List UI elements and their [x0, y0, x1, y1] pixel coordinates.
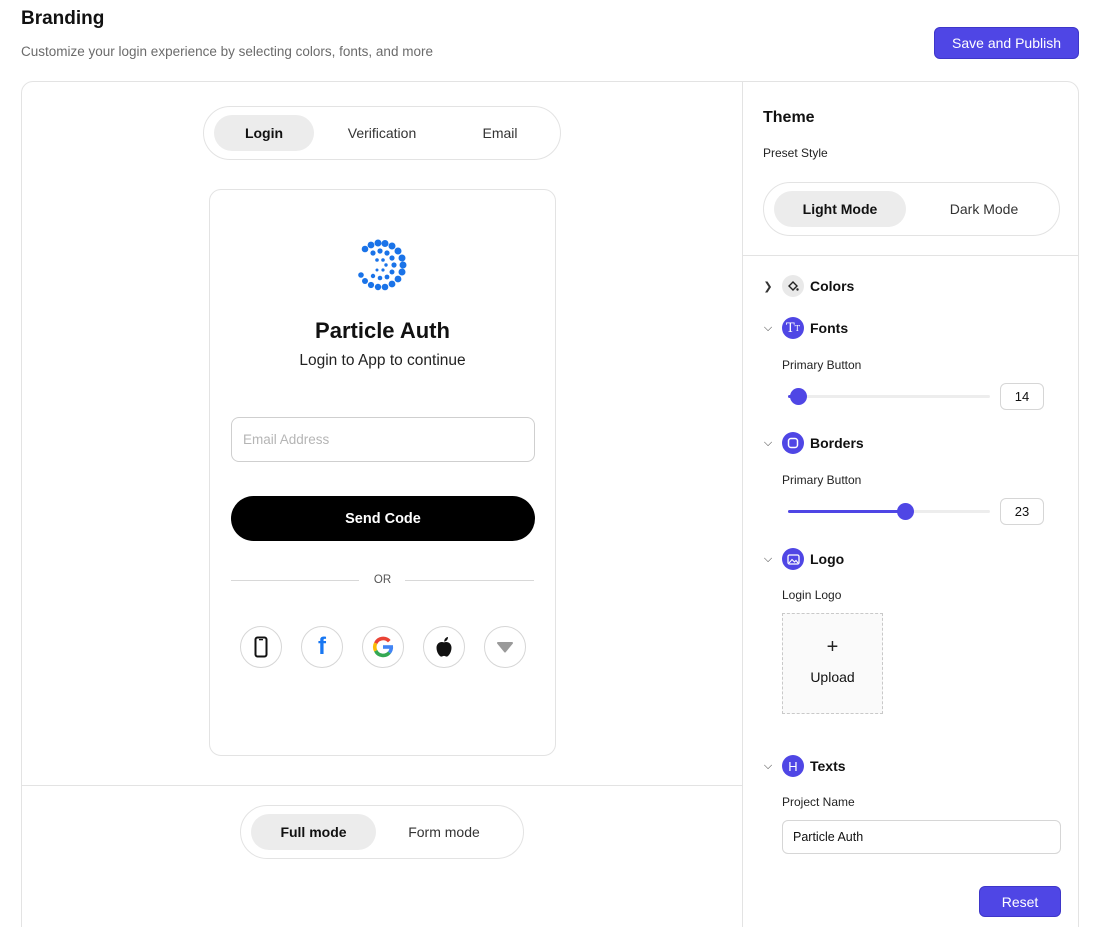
page-title: Branding — [21, 8, 105, 29]
border-radius-slider[interactable] — [788, 503, 990, 520]
phone-icon — [254, 636, 268, 658]
fonts-primary-button-label: Primary Button — [782, 358, 862, 372]
colors-section-label: Colors — [810, 278, 855, 294]
particle-spiral-logo — [358, 239, 407, 291]
facebook-icon: f — [318, 633, 326, 660]
fonts-section-label: Fonts — [810, 320, 849, 336]
upload-label: Upload — [810, 669, 855, 685]
preview-pane: Login Verification Email Particle Auth L… — [22, 82, 742, 927]
more-login-button[interactable] — [484, 626, 526, 668]
theme-settings-pane: Theme Preset Style Light Mode Dark Mode … — [742, 82, 1078, 927]
texts-section-toggle[interactable]: ⌵ H Texts — [761, 754, 846, 778]
border-radius-input[interactable] — [1000, 498, 1044, 525]
font-size-slider-thumb[interactable] — [790, 388, 807, 405]
chevron-down-icon: ⌵ — [763, 759, 773, 772]
branding-panel: Login Verification Email Particle Auth L… — [21, 81, 1079, 927]
image-icon — [782, 548, 804, 570]
send-code-button[interactable]: Send Code — [231, 496, 535, 541]
google-icon — [372, 636, 394, 658]
borders-section-label: Borders — [810, 435, 864, 451]
login-logo-label: Login Logo — [782, 588, 842, 602]
or-divider-right — [405, 580, 534, 581]
project-name-label: Project Name — [782, 795, 855, 809]
tab-verification[interactable]: Verification — [326, 115, 438, 151]
colors-section-toggle[interactable]: ❯ Colors — [761, 274, 854, 298]
email-field[interactable] — [231, 417, 535, 462]
login-card-preview: Particle Auth Login to App to continue S… — [209, 189, 556, 756]
theme-title: Theme — [763, 109, 815, 126]
apple-login-button[interactable] — [423, 626, 465, 668]
reset-button[interactable]: Reset — [979, 886, 1061, 917]
border-radius-slider-fill — [788, 510, 905, 513]
borders-primary-button-label: Primary Button — [782, 473, 862, 487]
save-and-publish-button[interactable]: Save and Publish — [934, 27, 1079, 59]
apple-icon — [436, 637, 452, 657]
preview-divider — [22, 785, 742, 786]
font-size-input[interactable] — [1000, 383, 1044, 410]
page-subtitle: Customize your login experience by selec… — [21, 44, 433, 59]
phone-login-button[interactable] — [240, 626, 282, 668]
paint-bucket-icon — [782, 275, 804, 297]
tab-login[interactable]: Login — [214, 115, 314, 151]
font-size-slider[interactable] — [788, 388, 990, 405]
card-title: Particle Auth — [315, 318, 450, 343]
chevron-down-icon: ⌵ — [763, 436, 773, 449]
project-name-input[interactable] — [782, 820, 1061, 854]
heading-icon: H — [782, 755, 804, 777]
logo-section-toggle[interactable]: ⌵ Logo — [761, 547, 844, 571]
fonts-section-toggle[interactable]: ⌵ TT Fonts — [761, 316, 848, 340]
dark-mode-option[interactable]: Dark Mode — [918, 191, 1050, 227]
card-subtitle: Login to App to continue — [299, 352, 466, 369]
light-mode-option[interactable]: Light Mode — [774, 191, 906, 227]
preset-style-toggle: Light Mode Dark Mode — [763, 182, 1060, 236]
mode-toggle-group: Full mode Form mode — [240, 805, 524, 859]
full-mode-option[interactable]: Full mode — [251, 814, 376, 850]
more-icon — [497, 642, 513, 653]
logo-upload-button[interactable]: + Upload — [782, 613, 883, 714]
text-size-icon: TT — [782, 317, 804, 339]
google-login-button[interactable] — [362, 626, 404, 668]
logo-section-label: Logo — [810, 551, 845, 567]
plus-icon: + — [826, 636, 839, 658]
theme-divider — [743, 255, 1078, 256]
chevron-down-icon: ⌵ — [763, 321, 773, 334]
tab-email[interactable]: Email — [450, 115, 550, 151]
form-mode-option[interactable]: Form mode — [383, 814, 505, 850]
facebook-login-button[interactable]: f — [301, 626, 343, 668]
chevron-right-icon: ❯ — [763, 280, 773, 293]
border-radius-slider-thumb[interactable] — [897, 503, 914, 520]
borders-section-toggle[interactable]: ⌵ Borders — [761, 431, 864, 455]
chevron-down-icon: ⌵ — [763, 552, 773, 565]
preview-tab-group: Login Verification Email — [203, 106, 561, 160]
texts-section-label: Texts — [810, 758, 846, 774]
border-radius-icon — [782, 432, 804, 454]
preset-style-label: Preset Style — [763, 146, 828, 160]
